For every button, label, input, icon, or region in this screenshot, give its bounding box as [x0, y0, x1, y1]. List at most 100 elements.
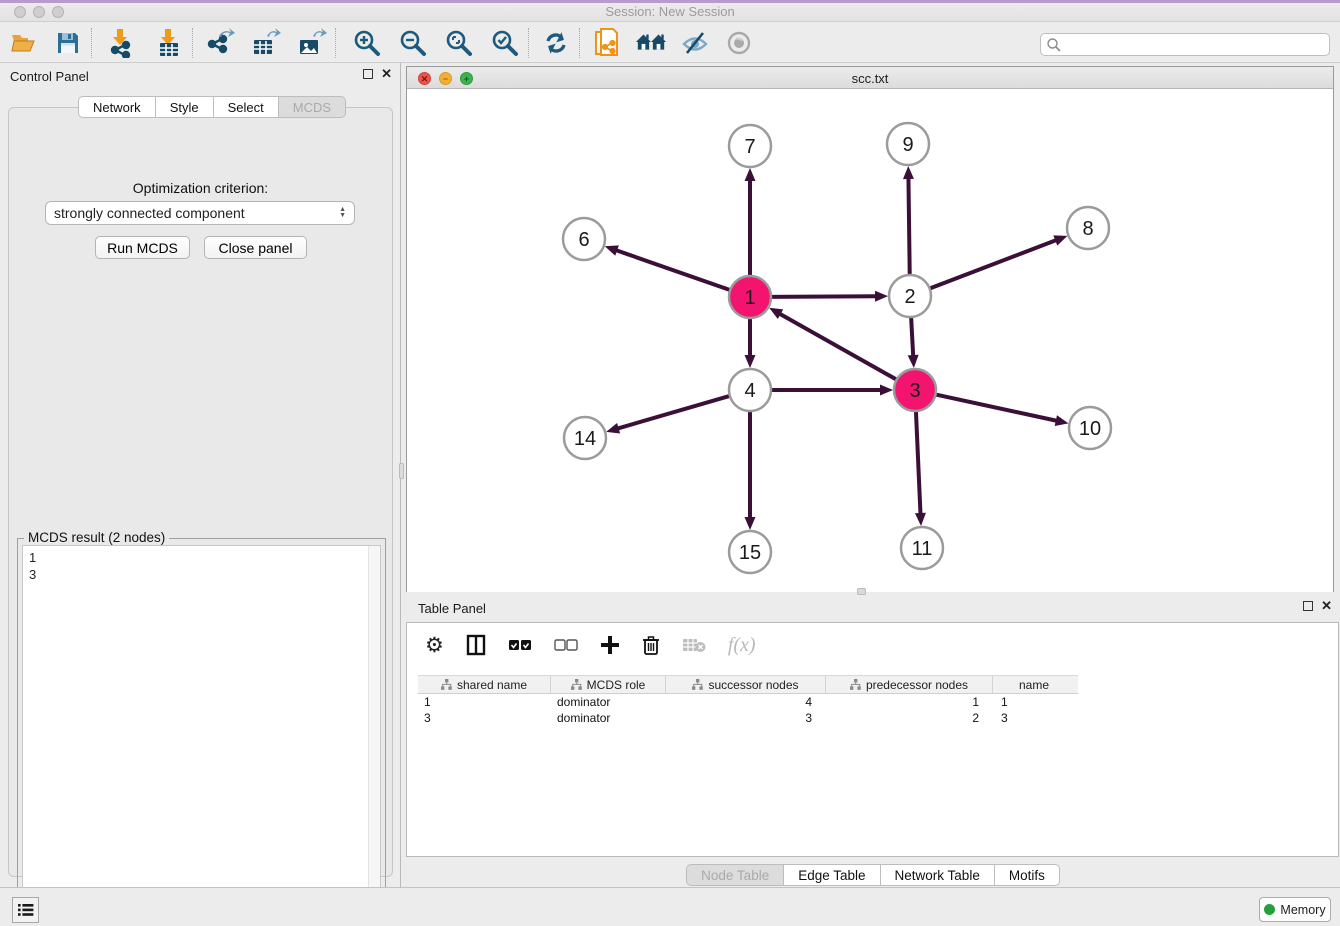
tab-style[interactable]: Style [156, 96, 214, 118]
table-panel: Table Panel ✕ ⚙ f(x) shared name MCDS r [406, 595, 1340, 886]
graph-edge[interactable] [911, 315, 913, 357]
cell-successor-nodes[interactable]: 3 [666, 710, 826, 726]
cell-shared-name[interactable]: 3 [418, 710, 551, 726]
control-panel-header: Control Panel ✕ [0, 63, 400, 90]
hide-selected-icon[interactable] [679, 27, 711, 59]
cell-name[interactable]: 1 [993, 694, 1075, 710]
search-input[interactable] [1062, 35, 1329, 54]
graph-edge[interactable] [615, 250, 732, 291]
show-columns-icon[interactable] [466, 634, 486, 656]
column-type-icon [692, 679, 703, 690]
graph-node-label: 9 [902, 134, 913, 156]
graph-node-label: 1 [744, 287, 755, 309]
mcds-result-group: MCDS result (2 nodes) 1 3 [17, 538, 386, 916]
close-panel-icon[interactable]: ✕ [381, 69, 392, 79]
export-table-icon[interactable] [250, 27, 282, 59]
search-box[interactable] [1040, 33, 1330, 56]
table-settings-gear-icon[interactable]: ⚙ [425, 633, 444, 658]
application-window: Session: New Session [0, 0, 1340, 926]
tab-network-table[interactable]: Network Table [881, 864, 995, 886]
first-neighbors-icon[interactable] [635, 27, 667, 59]
cell-predecessor-nodes[interactable]: 2 [826, 710, 993, 726]
column-header-predecessor-nodes[interactable]: predecessor nodes [826, 676, 993, 693]
graph-edge[interactable] [928, 240, 1057, 289]
tab-network[interactable]: Network [78, 96, 156, 118]
table-row[interactable]: 1 dominator 4 1 1 [418, 694, 1078, 710]
graph-node-label: 11 [912, 538, 933, 560]
column-header-successor-nodes[interactable]: successor nodes [666, 676, 826, 693]
cell-shared-name[interactable]: 1 [418, 694, 551, 710]
create-column-icon[interactable] [600, 635, 620, 655]
export-image-icon[interactable] [296, 27, 328, 59]
run-mcds-button[interactable]: Run MCDS [95, 236, 190, 259]
import-network-icon[interactable] [105, 27, 137, 59]
save-session-icon[interactable] [52, 27, 84, 59]
cell-mcds-role[interactable]: dominator [551, 710, 666, 726]
tab-node-table[interactable]: Node Table [686, 864, 784, 886]
duplicate-network-icon[interactable] [591, 27, 623, 59]
table-row[interactable]: 3 dominator 3 2 3 [418, 710, 1078, 726]
cell-successor-nodes[interactable]: 4 [666, 694, 826, 710]
mcds-result-title: MCDS result (2 nodes) [24, 530, 169, 545]
table-tabs: Node Table Edge Table Network Table Moti… [406, 864, 1340, 886]
mcds-result-text[interactable]: 1 3 [22, 545, 381, 911]
network-canvas[interactable]: 7968124314101511 [407, 89, 1333, 592]
close-panel-icon[interactable]: ✕ [1321, 601, 1332, 611]
search-icon [1046, 37, 1062, 53]
import-table-icon[interactable] [153, 27, 185, 59]
toolbar-separator [335, 28, 336, 58]
zoom-fit-icon[interactable] [443, 27, 475, 59]
column-header-name[interactable]: name [993, 676, 1075, 693]
cell-predecessor-nodes[interactable]: 1 [826, 694, 993, 710]
select-all-columns-icon[interactable] [508, 638, 532, 652]
column-header-mcds-role[interactable]: MCDS role [551, 676, 666, 693]
close-panel-button[interactable]: Close panel [204, 236, 307, 259]
graph-edge[interactable] [779, 313, 899, 380]
memory-button[interactable]: Memory [1259, 897, 1331, 922]
network-window-titlebar[interactable]: ✕ − + scc.txt [407, 67, 1333, 89]
graph-edge-arrowhead [875, 291, 888, 302]
column-type-icon [571, 679, 582, 690]
tab-mcds[interactable]: MCDS [279, 96, 346, 118]
graph-edge[interactable] [769, 296, 877, 297]
graph-edge[interactable] [916, 409, 921, 515]
tab-motifs[interactable]: Motifs [995, 864, 1060, 886]
task-history-button[interactable] [12, 897, 39, 923]
zoom-in-icon[interactable] [351, 27, 383, 59]
select-stepper-icon: ▲▼ [339, 207, 346, 219]
float-panel-icon[interactable] [363, 69, 373, 79]
delete-column-icon[interactable] [642, 635, 660, 656]
graph-edge[interactable] [617, 395, 732, 428]
cell-mcds-role[interactable]: dominator [551, 694, 666, 710]
network-graph[interactable]: 7968124314101511 [407, 89, 1333, 592]
graph-edge[interactable] [934, 394, 1058, 421]
mcds-panel-body: Optimization criterion: strongly connect… [8, 107, 393, 877]
zoom-out-icon[interactable] [397, 27, 429, 59]
show-all-icon[interactable] [723, 27, 755, 59]
graph-edge[interactable] [908, 177, 909, 277]
open-session-icon[interactable] [8, 27, 40, 59]
refresh-icon[interactable] [540, 27, 572, 59]
float-panel-icon[interactable] [1303, 601, 1313, 611]
splitter-handle[interactable] [857, 588, 866, 595]
graph-edge-arrowhead [605, 245, 619, 255]
splitter-handle[interactable] [399, 463, 404, 479]
graph-edge-arrowhead [745, 355, 756, 368]
mcds-result-scrollbar[interactable] [368, 546, 380, 910]
graph-edge-arrowhead [1053, 235, 1067, 245]
graph-node-label: 4 [744, 380, 755, 402]
unselect-all-columns-icon[interactable] [554, 638, 578, 652]
column-header-shared-name[interactable]: shared name [418, 676, 551, 693]
toolbar-separator [528, 28, 529, 58]
export-network-icon[interactable] [204, 27, 236, 59]
tab-select[interactable]: Select [214, 96, 279, 118]
graph-node-label: 7 [744, 136, 755, 158]
cell-name[interactable]: 3 [993, 710, 1075, 726]
graph-node-label: 15 [739, 542, 761, 564]
tab-edge-table[interactable]: Edge Table [784, 864, 880, 886]
graph-edge-arrowhead [745, 517, 756, 530]
node-table: shared name MCDS role successor nodes pr… [418, 675, 1078, 726]
criterion-select[interactable]: strongly connected component ▲▼ [45, 201, 355, 225]
function-builder-icon-disabled: f(x) [728, 634, 756, 657]
zoom-selected-icon[interactable] [489, 27, 521, 59]
